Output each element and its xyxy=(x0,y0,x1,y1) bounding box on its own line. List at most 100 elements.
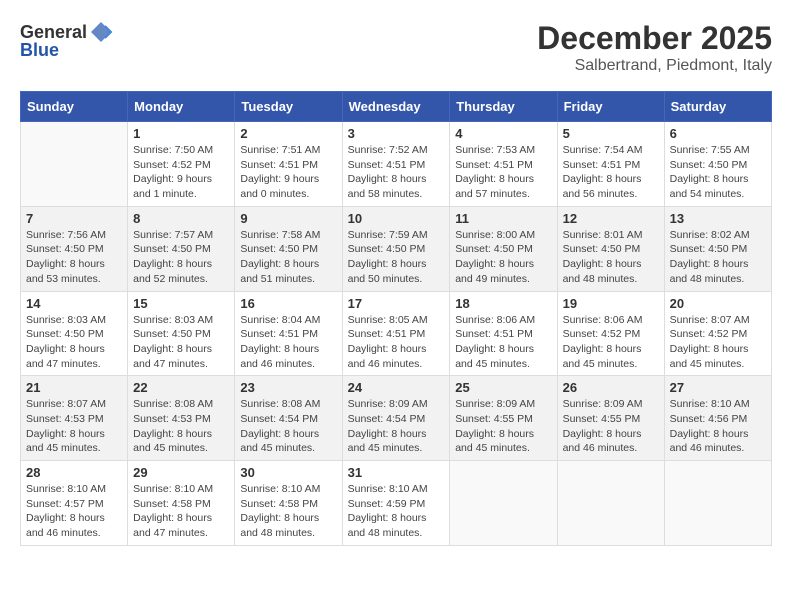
day-info: Sunrise: 7:56 AMSunset: 4:50 PMDaylight:… xyxy=(26,228,122,287)
calendar-day-cell: 16Sunrise: 8:04 AMSunset: 4:51 PMDayligh… xyxy=(235,291,342,376)
day-number: 5 xyxy=(563,126,659,141)
calendar-day-cell: 14 Sunrise: 8:03 AMSunset: 4:50 PMDayligh… xyxy=(21,291,128,376)
calendar-day-cell: 22Sunrise: 8:08 AMSunset: 4:53 PMDayligh… xyxy=(128,376,235,461)
day-number: 7 xyxy=(26,211,122,226)
day-number: 21 xyxy=(26,380,122,395)
day-number: 20 xyxy=(670,296,766,311)
empty-cell xyxy=(450,461,557,546)
day-number: 10 xyxy=(348,211,445,226)
day-number: 9 xyxy=(240,211,336,226)
column-header-wednesday: Wednesday xyxy=(342,92,450,122)
logo: General Blue xyxy=(20,20,113,61)
calendar-day-cell: 3 Sunrise: 7:52 AMSunset: 4:51 PMDaylight… xyxy=(342,122,450,207)
day-info: Sunrise: 7:51 AMSunset: 4:51 PMDaylight:… xyxy=(240,143,336,202)
day-info: Sunrise: 8:10 AMSunset: 4:58 PMDaylight:… xyxy=(133,482,229,541)
calendar-day-cell: 19 Sunrise: 8:06 AMSunset: 4:52 PMDayligh… xyxy=(557,291,664,376)
calendar-day-cell: 29 Sunrise: 8:10 AMSunset: 4:58 PMDayligh… xyxy=(128,461,235,546)
day-number: 23 xyxy=(240,380,336,395)
day-number: 22 xyxy=(133,380,229,395)
day-number: 11 xyxy=(455,211,551,226)
column-header-saturday: Saturday xyxy=(664,92,771,122)
day-info: Sunrise: 8:06 AMSunset: 4:52 PMDaylight:… xyxy=(563,313,659,372)
day-info: Sunrise: 7:59 AMSunset: 4:50 PMDaylight:… xyxy=(348,228,445,287)
calendar-day-cell: 15 Sunrise: 8:03 AMSunset: 4:50 PMDayligh… xyxy=(128,291,235,376)
day-info: Sunrise: 8:09 AMSunset: 4:54 PMDaylight:… xyxy=(348,397,445,456)
day-number: 28 xyxy=(26,465,122,480)
calendar-week-row: 7 Sunrise: 7:56 AMSunset: 4:50 PMDaylight… xyxy=(21,206,772,291)
calendar-day-cell: 12Sunrise: 8:01 AMSunset: 4:50 PMDayligh… xyxy=(557,206,664,291)
day-info: Sunrise: 7:52 AMSunset: 4:51 PMDaylight:… xyxy=(348,143,445,202)
calendar-day-cell: 4 Sunrise: 7:53 AMSunset: 4:51 PMDaylight… xyxy=(450,122,557,207)
calendar-day-cell: 27Sunrise: 8:10 AMSunset: 4:56 PMDayligh… xyxy=(664,376,771,461)
day-number: 17 xyxy=(348,296,445,311)
day-number: 15 xyxy=(133,296,229,311)
day-info: Sunrise: 7:57 AMSunset: 4:50 PMDaylight:… xyxy=(133,228,229,287)
logo-blue-text: Blue xyxy=(20,40,59,61)
day-info: Sunrise: 8:00 AMSunset: 4:50 PMDaylight:… xyxy=(455,228,551,287)
empty-cell xyxy=(557,461,664,546)
calendar-day-cell: 24 Sunrise: 8:09 AMSunset: 4:54 PMDayligh… xyxy=(342,376,450,461)
calendar-day-cell: 28 Sunrise: 8:10 AMSunset: 4:57 PMDayligh… xyxy=(21,461,128,546)
day-info: Sunrise: 8:03 AMSunset: 4:50 PMDaylight:… xyxy=(133,313,229,372)
month-title: December 2025 xyxy=(537,20,772,57)
day-number: 14 xyxy=(26,296,122,311)
calendar-day-cell: 10 Sunrise: 7:59 AMSunset: 4:50 PMDayligh… xyxy=(342,206,450,291)
calendar-day-cell: 30 Sunrise: 8:10 AMSunset: 4:58 PMDayligh… xyxy=(235,461,342,546)
page-header: General Blue December 2025 Salbertrand, … xyxy=(20,20,772,75)
day-number: 4 xyxy=(455,126,551,141)
day-info: Sunrise: 8:02 AMSunset: 4:50 PMDaylight:… xyxy=(670,228,766,287)
calendar-day-cell: 5Sunrise: 7:54 AMSunset: 4:51 PMDaylight… xyxy=(557,122,664,207)
day-info: Sunrise: 8:07 AMSunset: 4:52 PMDaylight:… xyxy=(670,313,766,372)
title-block: December 2025 Salbertrand, Piedmont, Ita… xyxy=(537,20,772,75)
column-header-sunday: Sunday xyxy=(21,92,128,122)
calendar-day-cell: 7 Sunrise: 7:56 AMSunset: 4:50 PMDaylight… xyxy=(21,206,128,291)
calendar-day-cell: 6 Sunrise: 7:55 AMSunset: 4:50 PMDaylight… xyxy=(664,122,771,207)
calendar-week-row: 14 Sunrise: 8:03 AMSunset: 4:50 PMDayligh… xyxy=(21,291,772,376)
day-info: Sunrise: 7:50 AMSunset: 4:52 PMDaylight:… xyxy=(133,143,229,202)
day-number: 19 xyxy=(563,296,659,311)
day-number: 24 xyxy=(348,380,445,395)
column-header-friday: Friday xyxy=(557,92,664,122)
calendar-day-cell: 23 Sunrise: 8:08 AMSunset: 4:54 PMDayligh… xyxy=(235,376,342,461)
day-info: Sunrise: 8:05 AMSunset: 4:51 PMDaylight:… xyxy=(348,313,445,372)
day-number: 18 xyxy=(455,296,551,311)
day-info: Sunrise: 8:03 AMSunset: 4:50 PMDaylight:… xyxy=(26,313,122,372)
day-number: 1 xyxy=(133,126,229,141)
calendar-week-row: 1 Sunrise: 7:50 AMSunset: 4:52 PMDaylight… xyxy=(21,122,772,207)
day-number: 8 xyxy=(133,211,229,226)
calendar-week-row: 28 Sunrise: 8:10 AMSunset: 4:57 PMDayligh… xyxy=(21,461,772,546)
calendar-day-cell: 17 Sunrise: 8:05 AMSunset: 4:51 PMDayligh… xyxy=(342,291,450,376)
day-number: 30 xyxy=(240,465,336,480)
location-title: Salbertrand, Piedmont, Italy xyxy=(537,57,772,75)
day-number: 29 xyxy=(133,465,229,480)
calendar-day-cell: 8 Sunrise: 7:57 AMSunset: 4:50 PMDaylight… xyxy=(128,206,235,291)
calendar-day-cell: 11 Sunrise: 8:00 AMSunset: 4:50 PMDayligh… xyxy=(450,206,557,291)
day-number: 31 xyxy=(348,465,445,480)
calendar-day-cell: 31Sunrise: 8:10 AMSunset: 4:59 PMDayligh… xyxy=(342,461,450,546)
day-info: Sunrise: 7:53 AMSunset: 4:51 PMDaylight:… xyxy=(455,143,551,202)
column-header-monday: Monday xyxy=(128,92,235,122)
calendar-week-row: 21 Sunrise: 8:07 AMSunset: 4:53 PMDayligh… xyxy=(21,376,772,461)
calendar-day-cell: 20 Sunrise: 8:07 AMSunset: 4:52 PMDayligh… xyxy=(664,291,771,376)
day-info: Sunrise: 8:10 AMSunset: 4:57 PMDaylight:… xyxy=(26,482,122,541)
day-number: 13 xyxy=(670,211,766,226)
day-number: 6 xyxy=(670,126,766,141)
calendar-day-cell: 26 Sunrise: 8:09 AMSunset: 4:55 PMDayligh… xyxy=(557,376,664,461)
day-info: Sunrise: 7:58 AMSunset: 4:50 PMDaylight:… xyxy=(240,228,336,287)
day-info: Sunrise: 7:55 AMSunset: 4:50 PMDaylight:… xyxy=(670,143,766,202)
day-number: 3 xyxy=(348,126,445,141)
calendar-day-cell: 18Sunrise: 8:06 AMSunset: 4:51 PMDayligh… xyxy=(450,291,557,376)
day-number: 25 xyxy=(455,380,551,395)
day-number: 12 xyxy=(563,211,659,226)
day-info: Sunrise: 8:08 AMSunset: 4:54 PMDaylight:… xyxy=(240,397,336,456)
day-info: Sunrise: 8:04 AMSunset: 4:51 PMDaylight:… xyxy=(240,313,336,372)
column-header-tuesday: Tuesday xyxy=(235,92,342,122)
day-info: Sunrise: 8:07 AMSunset: 4:53 PMDaylight:… xyxy=(26,397,122,456)
day-info: Sunrise: 8:09 AMSunset: 4:55 PMDaylight:… xyxy=(563,397,659,456)
day-info: Sunrise: 8:10 AMSunset: 4:58 PMDaylight:… xyxy=(240,482,336,541)
day-number: 26 xyxy=(563,380,659,395)
day-number: 2 xyxy=(240,126,336,141)
calendar-day-cell: 1 Sunrise: 7:50 AMSunset: 4:52 PMDaylight… xyxy=(128,122,235,207)
column-header-thursday: Thursday xyxy=(450,92,557,122)
calendar-day-cell: 13 Sunrise: 8:02 AMSunset: 4:50 PMDayligh… xyxy=(664,206,771,291)
